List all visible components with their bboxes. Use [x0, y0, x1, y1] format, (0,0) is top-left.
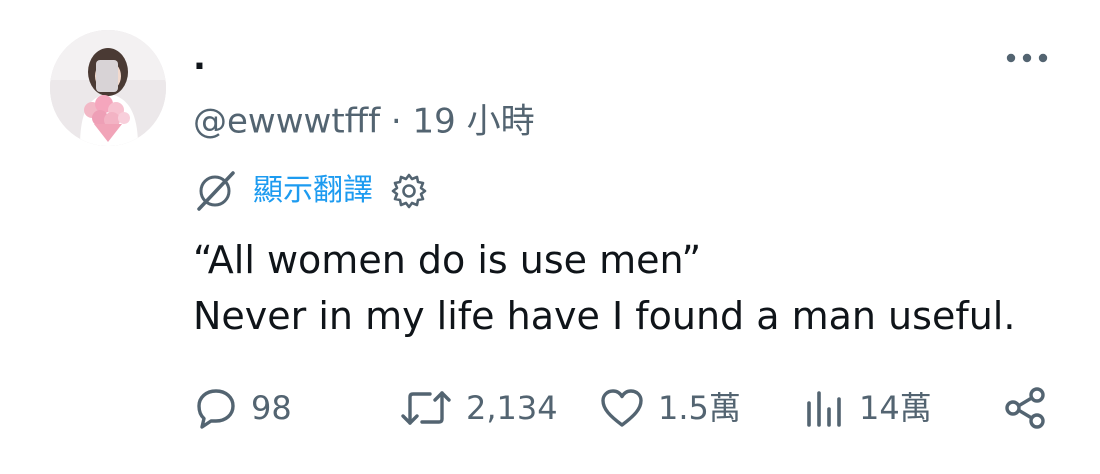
reply-button[interactable]: 98 [193, 378, 292, 438]
reply-bubble-icon [193, 385, 239, 431]
like-count: 1.5萬 [658, 389, 741, 427]
action-bar: 98 2,134 1.5萬 14萬 [193, 378, 1063, 438]
gear-icon[interactable] [389, 171, 429, 211]
reply-count: 98 [251, 389, 292, 427]
retweet-count: 2,134 [466, 389, 558, 427]
user-handle[interactable]: @ewwwtfff [193, 102, 380, 142]
views-count: 14萬 [859, 389, 932, 427]
like-button[interactable]: 1.5萬 [598, 378, 741, 438]
tweet-text-line: Never in my life have I found a man usef… [193, 294, 1016, 338]
tweet-text-line: “All women do is use men” [193, 238, 702, 282]
meta-separator: · [390, 101, 402, 142]
views-bars-icon [803, 385, 847, 431]
more-dots-icon[interactable] [1003, 40, 1051, 76]
retweet-icon [398, 385, 454, 431]
share-icon [1001, 384, 1049, 432]
display-name[interactable]: . [193, 38, 206, 78]
retweet-button[interactable]: 2,134 [398, 378, 558, 438]
tweet-meta: @ewwwtfff · 19 小時 [193, 96, 535, 146]
tweet-card: . @ewwwtfff · 19 小時 顯示翻譯 “All women do i [0, 0, 1100, 474]
heart-icon [598, 385, 646, 431]
tweet-text: “All women do is use men” Never in my li… [193, 232, 1015, 344]
globe-slash-icon [193, 169, 237, 213]
tweet-timestamp[interactable]: 19 小時 [413, 102, 535, 142]
views-button[interactable]: 14萬 [803, 378, 932, 438]
translate-row: 顯示翻譯 [193, 168, 429, 214]
show-translation-link[interactable]: 顯示翻譯 [253, 169, 373, 213]
share-button[interactable] [1001, 378, 1049, 438]
avatar[interactable] [50, 30, 166, 146]
